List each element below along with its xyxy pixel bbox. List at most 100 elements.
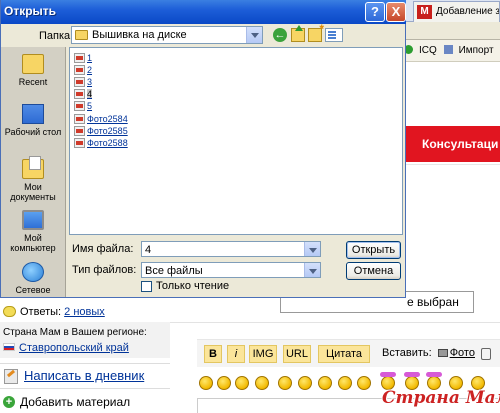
insert-label: Вставить:: [382, 347, 432, 359]
place-network[interactable]: Сетевое: [1, 262, 65, 295]
smiley-icon[interactable]: [199, 376, 213, 390]
region-link[interactable]: Ставропольский край: [19, 342, 129, 354]
smiley-icon[interactable]: [318, 376, 332, 390]
region-title: Страна Мам в Вашем регионе:: [3, 327, 147, 338]
smiley-icon[interactable]: [357, 376, 371, 390]
file-item[interactable]: 3: [73, 76, 92, 88]
chevron-down-icon[interactable]: [304, 263, 320, 277]
browser-tab[interactable]: M Добавление запи: [413, 1, 500, 22]
folder-icon: [75, 30, 88, 40]
place-label: Сетевое: [15, 285, 51, 295]
plus-icon: +: [3, 396, 15, 408]
italic-button[interactable]: i: [227, 345, 245, 363]
back-icon[interactable]: ←: [273, 28, 287, 42]
desktop-icon: [22, 104, 44, 124]
recent-folder-icon: [22, 54, 44, 74]
smiley-icon[interactable]: [255, 376, 269, 390]
close-button[interactable]: X: [386, 2, 406, 22]
region-box: Страна Мам в Вашем регионе: Ставропольск…: [0, 322, 170, 358]
add-material-label: Добавить материал: [20, 395, 131, 409]
smiley-icon[interactable]: [298, 376, 312, 390]
file-list[interactable]: 1 2 3 4 5 Фото2584 Фото2585 Фото2588: [69, 47, 403, 235]
img-button[interactable]: IMG: [249, 345, 277, 363]
folder-select[interactable]: Вышивка на диске: [71, 26, 263, 44]
jpg-file-icon: [74, 126, 85, 136]
file-item[interactable]: 1: [73, 52, 92, 64]
network-icon: [22, 262, 44, 282]
place-label: Мои документы: [10, 182, 56, 202]
filename-value: 4: [145, 244, 152, 256]
answers-row: Ответы: 2 новых: [0, 304, 170, 320]
dialog-titlebar[interactable]: Открыть ? X: [1, 0, 406, 24]
file-item[interactable]: Фото2588: [73, 137, 128, 149]
links-item-import[interactable]: Импорт: [443, 45, 494, 56]
insert-group: Вставить: Фото: [382, 347, 475, 359]
new-folder-icon[interactable]: [308, 22, 324, 42]
filetype-value: Все файлы: [145, 265, 203, 277]
quote-button[interactable]: Цитата: [318, 345, 370, 363]
readonly-label: Только чтение: [156, 280, 230, 292]
cancel-button[interactable]: Отмена: [346, 262, 401, 280]
insert-photo-link[interactable]: Фото: [450, 347, 475, 359]
bold-button[interactable]: B: [204, 345, 222, 363]
smiley-icon[interactable]: [235, 376, 249, 390]
smiley-icon[interactable]: [278, 376, 292, 390]
view-menu-icon[interactable]: [325, 28, 343, 42]
jpg-file-icon: [74, 77, 85, 87]
file-item[interactable]: 2: [73, 64, 92, 76]
answers-link[interactable]: 2 новых: [64, 306, 105, 318]
open-file-dialog: Открыть ? X Папка: Вышивка на диске ← Re…: [0, 0, 406, 298]
site-logo-icon: M: [417, 5, 432, 19]
folder-up-icon[interactable]: [291, 25, 305, 42]
region-row: Ставропольский край: [3, 342, 129, 354]
speech-bubble-icon: [3, 306, 16, 317]
dialog-title: Открыть: [4, 4, 57, 18]
place-recent[interactable]: Recent: [1, 54, 65, 87]
place-label: Рабочий стол: [4, 127, 62, 137]
video-icon[interactable]: [481, 348, 491, 360]
jpg-file-icon: [74, 65, 85, 75]
filetype-select[interactable]: Все файлы: [141, 262, 321, 278]
import-icon: [443, 45, 453, 54]
divider: [170, 322, 500, 323]
consult-banner[interactable]: Консультаци: [405, 126, 500, 162]
place-label: Мой компьютер: [10, 233, 56, 253]
answers-label: Ответы:: [20, 306, 62, 318]
file-item[interactable]: Фото2584: [73, 113, 128, 125]
places-bar: Recent Рабочий стол Мои документы Мой ко…: [1, 47, 66, 297]
links-item-icq[interactable]: ICQ: [404, 45, 437, 56]
pencil-icon: [4, 369, 18, 384]
place-label: Recent: [18, 77, 48, 87]
filetype-label: Тип файлов:: [72, 264, 137, 276]
place-my-computer[interactable]: Мой компьютер: [1, 210, 65, 253]
file-item[interactable]: 5: [73, 100, 92, 112]
readonly-checkbox[interactable]: [141, 281, 152, 292]
open-button[interactable]: Открыть: [346, 241, 401, 259]
computer-icon: [22, 210, 44, 230]
jpg-file-icon: [74, 138, 85, 148]
filename-label: Имя файла:: [72, 243, 134, 255]
file-item-selected[interactable]: 4: [73, 88, 93, 100]
jpg-file-icon: [74, 101, 85, 111]
divider: [405, 164, 500, 165]
jpg-file-icon: [74, 53, 85, 63]
browser-address-bar: [400, 22, 500, 40]
links-bar: ICQ Импорт: [400, 40, 500, 62]
diary-row: Написать в дневник: [0, 363, 170, 389]
help-button[interactable]: ?: [365, 2, 385, 22]
russia-flag-icon: [3, 343, 15, 351]
file-item[interactable]: Фото2585: [73, 125, 128, 137]
smiley-icon[interactable]: [338, 376, 352, 390]
editor-toolbar: B i IMG URL Цитата Вставить: Фото: [197, 339, 500, 367]
smiley-icon[interactable]: [217, 376, 231, 390]
place-my-documents[interactable]: Мои документы: [1, 156, 65, 202]
folder-value: Вышивка на диске: [92, 29, 187, 41]
place-desktop[interactable]: Рабочий стол: [1, 104, 65, 137]
chevron-down-icon[interactable]: [246, 27, 262, 43]
add-material-row[interactable]: + Добавить материал: [0, 391, 170, 413]
chevron-down-icon[interactable]: [304, 242, 320, 256]
photo-icon: [437, 349, 448, 357]
filename-input[interactable]: 4: [141, 241, 321, 257]
url-button[interactable]: URL: [283, 345, 311, 363]
write-diary-link[interactable]: Написать в дневник: [24, 368, 144, 383]
